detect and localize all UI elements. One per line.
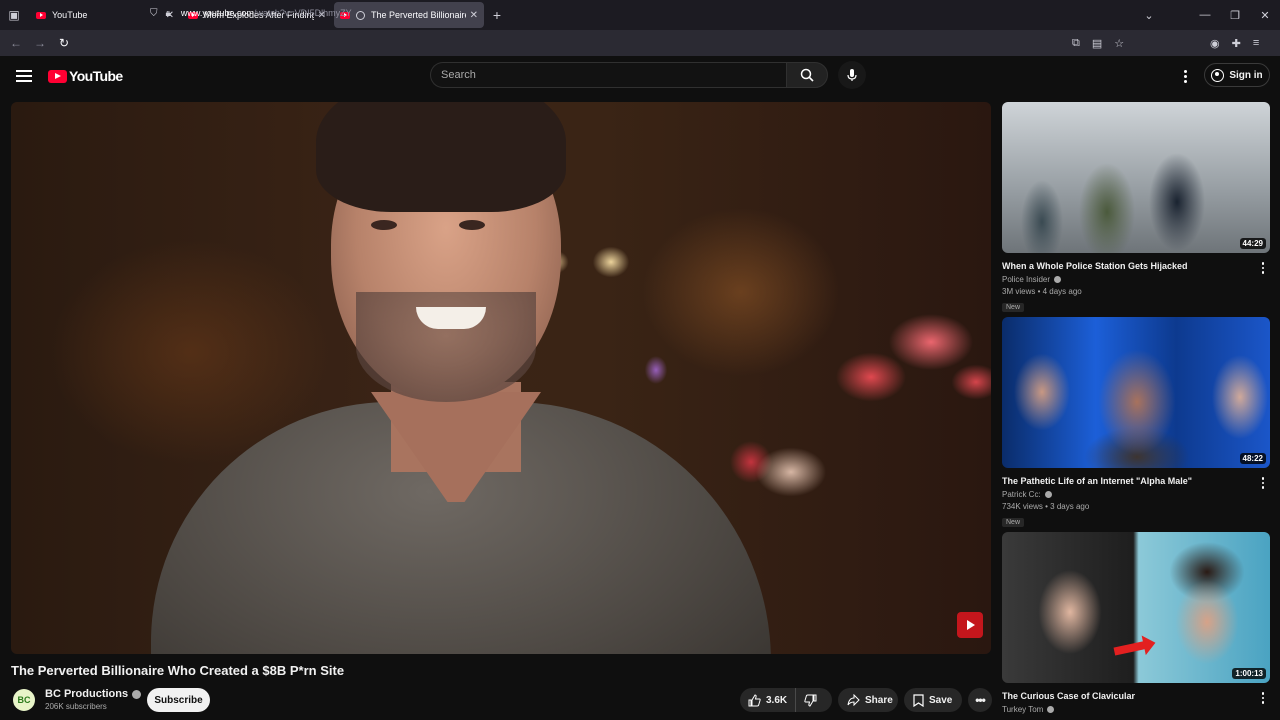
recommendation-channel[interactable]: Police Insider bbox=[1002, 275, 1270, 284]
share-button[interactable]: Share bbox=[838, 688, 898, 712]
address-bar-actions: ⧉ ▤ ☆ bbox=[1072, 30, 1124, 56]
like-button[interactable]: 3.6K bbox=[740, 688, 797, 712]
like-dislike-group: 3.6K bbox=[740, 688, 832, 712]
recommendation-thumbnail[interactable]: 1:00:13 bbox=[1002, 532, 1270, 683]
back-arrow-icon[interactable]: ← bbox=[4, 30, 28, 56]
video-frame-eye bbox=[371, 220, 397, 230]
tab-label: YouTube bbox=[52, 10, 88, 20]
extensions-icon[interactable]: ✚ bbox=[1232, 37, 1241, 50]
channel-name: Police Insider bbox=[1002, 275, 1051, 284]
reload-icon[interactable]: ↻ bbox=[52, 30, 76, 56]
bookmark-star-icon[interactable]: ☆ bbox=[1114, 37, 1124, 50]
video-frame-eye bbox=[459, 220, 485, 230]
lock-icon[interactable]: 🔒︎ bbox=[166, 8, 171, 19]
toolbar-actions: ◉ ✚ ≡ bbox=[1210, 30, 1259, 56]
share-label: Share bbox=[865, 694, 893, 706]
verified-check-icon bbox=[1044, 491, 1052, 498]
thumbs-up-icon bbox=[748, 693, 761, 706]
youtube-logo[interactable]: YouTube bbox=[48, 68, 123, 84]
search-icon bbox=[800, 68, 814, 82]
save-button[interactable]: Save bbox=[904, 688, 962, 712]
like-count: 3.6K bbox=[766, 694, 788, 706]
user-circle-icon bbox=[1211, 68, 1225, 82]
tab-list-icon[interactable]: ▣ bbox=[0, 0, 28, 30]
search-box[interactable] bbox=[430, 62, 786, 88]
sign-in-button[interactable]: Sign in bbox=[1204, 63, 1270, 87]
verified-check-icon bbox=[132, 689, 142, 699]
duration-badge: 44:29 bbox=[1239, 238, 1266, 249]
recommendation-meta: 3M views • 4 days ago bbox=[1002, 287, 1082, 296]
settings-more-icon[interactable] bbox=[1176, 66, 1194, 86]
voice-search-button[interactable] bbox=[838, 61, 866, 89]
window-close-icon[interactable]: ✕ bbox=[1250, 0, 1280, 30]
channel-name: BC Productions bbox=[45, 688, 129, 700]
recommendation-title[interactable]: The Pathetic Life of an Internet "Alpha … bbox=[1002, 476, 1252, 486]
thumbs-down-icon bbox=[804, 694, 817, 707]
recommendation-thumbnail[interactable]: 44:29 bbox=[1002, 102, 1270, 253]
search-input[interactable] bbox=[441, 69, 786, 81]
recommendation-title[interactable]: The Curious Case of Clavicular bbox=[1002, 691, 1252, 701]
video-frame-smile bbox=[416, 307, 486, 329]
minimize-icon[interactable]: — bbox=[1190, 0, 1220, 30]
duration-badge: 48:22 bbox=[1239, 453, 1266, 464]
url-path: /watch?v=VDI5DlhmyZY bbox=[253, 8, 352, 18]
verified-check-icon bbox=[1054, 276, 1062, 283]
save-label: Save bbox=[929, 694, 953, 706]
channel-name: Patrick Cc: bbox=[1002, 490, 1041, 499]
verified-check-icon bbox=[1047, 706, 1055, 713]
kebab-menu-icon[interactable] bbox=[1258, 477, 1268, 489]
youtube-favicon-icon bbox=[36, 11, 46, 19]
new-badge: New bbox=[1002, 518, 1025, 527]
recommendation-item[interactable]: 48:22 The Pathetic Life of an Internet "… bbox=[1002, 317, 1270, 529]
channel-name: Turkey Tom bbox=[1002, 705, 1044, 714]
share-arrow-icon bbox=[847, 694, 860, 706]
more-horizontal-icon: ••• bbox=[975, 693, 986, 707]
channel-avatar[interactable]: BC bbox=[13, 689, 35, 711]
kebab-menu-icon[interactable] bbox=[1258, 262, 1268, 274]
subscribe-button[interactable]: Subscribe bbox=[147, 688, 210, 712]
subscriber-count: 206K subscribers bbox=[45, 702, 107, 711]
more-actions-button[interactable]: ••• bbox=[968, 688, 992, 712]
search-button[interactable] bbox=[786, 62, 828, 88]
duration-badge: 1:00:13 bbox=[1232, 668, 1266, 679]
youtube-header: YouTube Sign in bbox=[0, 56, 1280, 96]
address-bar[interactable]: ⛉ 🔒︎ www.youtube.com/watch?v=VDI5DlhmyZY bbox=[150, 3, 1130, 23]
recommendation-title[interactable]: When a Whole Police Station Gets Hijacke… bbox=[1002, 261, 1252, 271]
app-menu-icon[interactable]: ≡ bbox=[1253, 37, 1259, 49]
youtube-play-logo-icon bbox=[48, 69, 67, 83]
shield-icon[interactable]: ⛉ bbox=[150, 8, 158, 19]
microphone-icon bbox=[847, 69, 857, 81]
forward-arrow-icon[interactable]: → bbox=[28, 30, 52, 56]
reader-view-icon[interactable]: ▤ bbox=[1092, 37, 1102, 50]
recommendation-item[interactable]: 44:29 When a Whole Police Station Gets H… bbox=[1002, 102, 1270, 314]
recommendation-item[interactable]: 1:00:13 The Curious Case of Clavicular T… bbox=[1002, 532, 1270, 714]
channel-watermark-icon[interactable] bbox=[957, 612, 983, 638]
recommendation-meta: 734K views • 3 days ago bbox=[1002, 502, 1090, 511]
hamburger-menu-icon[interactable] bbox=[14, 66, 34, 86]
tab-overflow-chevron-icon[interactable]: ⌄ bbox=[1134, 0, 1164, 30]
picture-in-picture-icon[interactable]: ⧉ bbox=[1072, 37, 1080, 50]
new-badge: New bbox=[1002, 303, 1025, 312]
url-host: www.youtube.com bbox=[180, 8, 254, 18]
account-icon[interactable]: ◉ bbox=[1210, 37, 1220, 50]
maximize-icon[interactable]: ❐ bbox=[1220, 0, 1250, 30]
video-player[interactable] bbox=[11, 102, 991, 654]
dislike-button[interactable] bbox=[796, 688, 825, 712]
recommendation-channel[interactable]: Patrick Cc: bbox=[1002, 490, 1270, 499]
kebab-menu-icon[interactable] bbox=[1258, 692, 1268, 704]
recommendation-channel[interactable]: Turkey Tom bbox=[1002, 705, 1270, 714]
logo-text: YouTube bbox=[69, 68, 123, 84]
video-title: The Perverted Billionaire Who Created a … bbox=[11, 663, 345, 678]
sign-in-label: Sign in bbox=[1229, 69, 1263, 81]
save-bookmark-icon bbox=[913, 693, 924, 707]
channel-name-link[interactable]: BC Productions bbox=[45, 688, 142, 700]
recommendation-thumbnail[interactable]: 48:22 bbox=[1002, 317, 1270, 468]
video-frame-hair bbox=[316, 102, 566, 212]
red-arrow-graphic bbox=[1113, 640, 1149, 656]
